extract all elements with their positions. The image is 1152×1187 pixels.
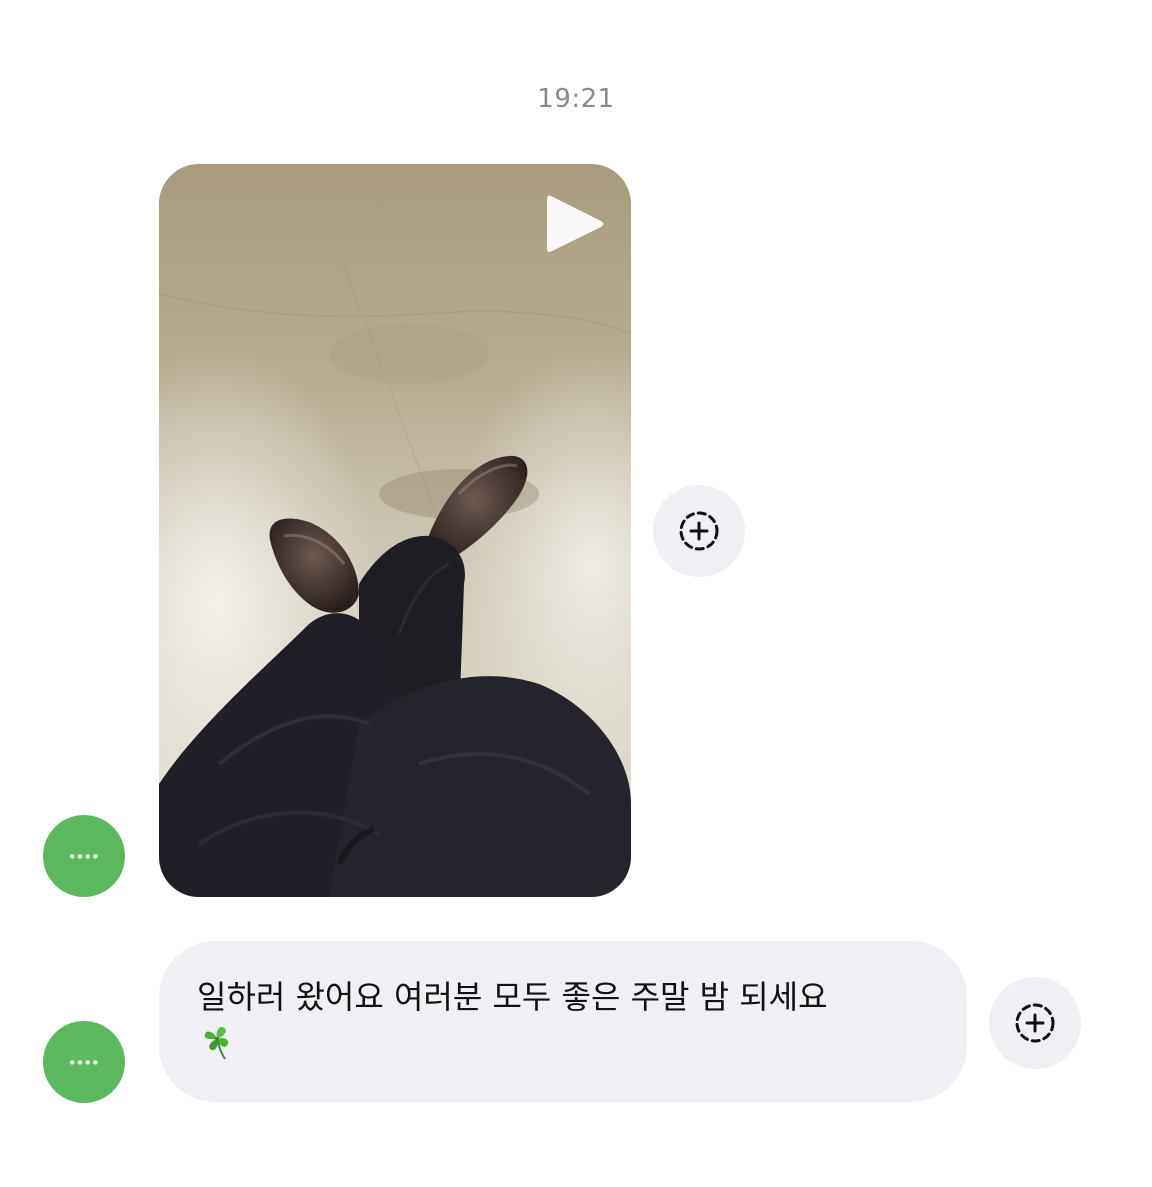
- add-to-story-button[interactable]: [989, 977, 1081, 1069]
- four-leaf-clover-icon: [204, 1026, 229, 1060]
- add-to-story-button[interactable]: [653, 485, 745, 577]
- text-message-bubble[interactable]: 일하러 왔어요 여러분 모두 좋은 주말 밤 되세요: [159, 941, 967, 1102]
- add-to-story-icon: [679, 511, 719, 551]
- add-to-story-icon: [1015, 1003, 1055, 1043]
- avatar-logo-icon: ● ● ● ●: [69, 1058, 99, 1066]
- sender-avatar[interactable]: ● ● ● ●: [43, 815, 125, 897]
- play-icon[interactable]: [543, 190, 607, 258]
- message-text: 일하러 왔어요 여러분 모두 좋은 주말 밤 되세요: [197, 978, 828, 1016]
- sender-avatar[interactable]: ● ● ● ●: [43, 1021, 125, 1103]
- video-thumbnail: [159, 164, 631, 897]
- message-timestamp: 19:21: [537, 84, 615, 114]
- video-message[interactable]: [159, 164, 631, 897]
- avatar-logo-icon: ● ● ● ●: [69, 852, 99, 860]
